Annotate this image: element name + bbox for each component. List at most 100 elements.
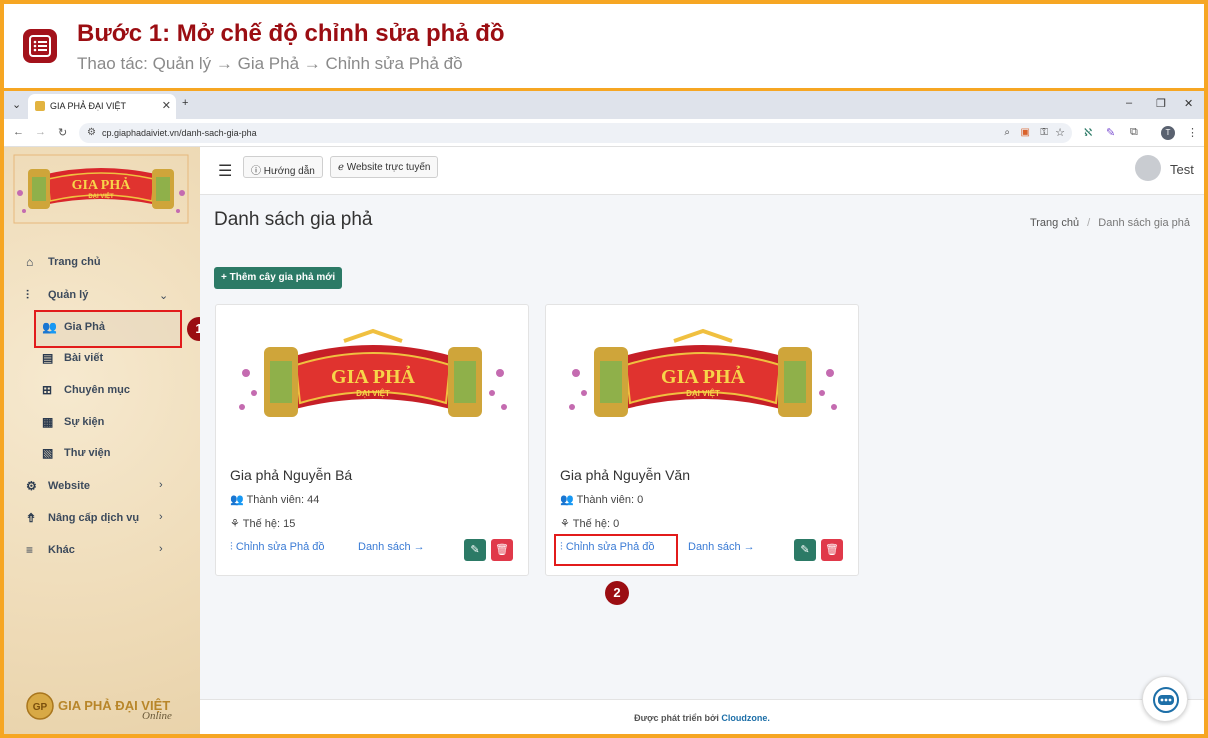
gear-icon: ⚙ (26, 479, 37, 493)
users-icon: 👥 (230, 494, 244, 506)
tab-title: GIA PHẢ ĐẠI VIỆT (50, 101, 127, 111)
sidebar-item-upgrade[interactable]: ⇮ Nâng cấp dịch vụ (26, 508, 139, 528)
instruction-title: Bước 1: Mở chế độ chỉnh sửa phả đồ (77, 20, 505, 47)
reload-icon[interactable]: ↻ (58, 126, 67, 139)
card-title[interactable]: Gia phả Nguyễn Văn (560, 467, 690, 483)
url-field[interactable]: ⚙ cp.giaphadaiviet.vn/danh-sach-gia-pha … (79, 123, 1072, 143)
gia-pha-online-logo: GP GIA PHẢ ĐẠI VIỆT Online (26, 692, 172, 720)
guide-label: Hướng dẫn (263, 166, 315, 177)
gia-pha-card-logo: GIA PHẢ ĐẠI VIỆT (569, 328, 837, 417)
breadcrumb-separator: / (1087, 217, 1091, 229)
edit-tree-link[interactable]: ⫶ Chỉnh sửa Phả đồ (230, 541, 325, 554)
sidebar-item-label: Sự kiện (64, 416, 105, 428)
sidebar-item-library[interactable]: ▧ Thư viện (42, 443, 110, 463)
hamburger-menu-icon[interactable]: ☰ (218, 161, 232, 181)
favicon-icon (35, 101, 45, 111)
chevron-down-icon[interactable]: ⌄ (159, 289, 168, 302)
sidebar-item-other[interactable]: ≡ Khác (26, 540, 75, 560)
members-text: Thành viên: 0 (576, 494, 644, 506)
browser-tab[interactable]: GIA PHẢ ĐẠI VIỆT ✕ (28, 94, 176, 119)
chevron-right-icon[interactable]: › (159, 479, 163, 491)
sidebar-item-gia-pha[interactable]: 👥 Gia Phả (42, 317, 105, 337)
sidebar-item-events[interactable]: ▦ Sự kiện (42, 412, 104, 432)
close-window-icon[interactable]: ✕ (1184, 97, 1193, 110)
minimize-icon[interactable]: – (1126, 97, 1132, 109)
tree-icon: ⚘ (560, 518, 570, 530)
logo-sub-text: ĐẠI VIỆT (88, 192, 114, 200)
key-icon[interactable]: ⚿ (1040, 127, 1048, 138)
trash-icon[interactable]: 🗑 (821, 539, 843, 561)
breadcrumb-home[interactable]: Trang chủ (1030, 217, 1079, 229)
step-badge-2: 2 (605, 581, 629, 605)
sitemap-icon: ⫶ (230, 541, 233, 553)
edit-icon[interactable]: ✎ (794, 539, 816, 561)
url-text: cp.giaphadaiviet.vn/danh-sach-gia-pha (102, 128, 257, 138)
zoom-icon[interactable]: ⌕ (1004, 127, 1010, 138)
card-logo-sub: ĐẠI VIỆT (356, 389, 390, 398)
restore-icon[interactable]: ❐ (1156, 97, 1166, 110)
card-generations: ⚘ Thế hệ: 0 (560, 517, 619, 530)
upgrade-icon: ⇮ (26, 511, 37, 525)
user-name[interactable]: Test (1170, 162, 1194, 177)
sidebar-item-label: Nâng cấp dịch vụ (48, 512, 140, 524)
tree-icon: ⚘ (230, 518, 240, 530)
sitemap-icon: ⫶ (560, 541, 563, 553)
card-members: 👥 Thành viên: 0 (560, 493, 643, 506)
edit-tree-link[interactable]: ⫶ Chỉnh sửa Phả đồ (560, 541, 655, 554)
family-tree-card: GIA PHẢ ĐẠI VIỆT Gia phả Nguyễn Văn 👥 Th… (545, 304, 859, 576)
svg-text:GP: GP (33, 702, 48, 713)
card-generations: ⚘ Thế hệ: 15 (230, 517, 295, 530)
trash-icon[interactable]: 🗑 (491, 539, 513, 561)
profile-avatar[interactable]: T (1161, 126, 1175, 140)
guide-button[interactable]: ⓘ Hướng dẫn (243, 156, 323, 178)
sidebar-item-label: Website (48, 480, 90, 492)
family-tree-card: GIA PHẢ ĐẠI VIỆT Gia phả Nguyễn Bá 👥 Thà… (215, 304, 529, 576)
chevron-right-icon[interactable]: › (159, 511, 163, 523)
chat-support-button[interactable] (1142, 676, 1188, 722)
new-tab-icon[interactable]: + (182, 97, 188, 109)
gia-pha-logo: GIA PHẢ ĐẠI VIỆT (13, 154, 189, 224)
globe-icon: ℯ (338, 162, 344, 173)
sidebar-item-label: Gia Phả (64, 321, 105, 333)
top-navbar: ☰ ⓘ Hướng dẫn ℯ Website trực tuyến Test (200, 147, 1204, 195)
sidebar-item-label: Chuyên mục (64, 384, 131, 396)
edit-tree-label: Chỉnh sửa Phả đồ (235, 541, 325, 553)
users-icon: 👥 (42, 320, 57, 334)
sidebar-item-categories[interactable]: ⊞ Chuyên mục (42, 380, 130, 400)
sidebar-item-label: Trang chủ (48, 256, 101, 268)
sidebar-item-posts[interactable]: ▤ Bài viết (42, 348, 103, 368)
user-avatar[interactable] (1135, 155, 1161, 181)
back-icon[interactable]: ← (13, 126, 24, 138)
edit-icon[interactable]: ✎ (464, 539, 486, 561)
list-link[interactable]: Danh sách → (688, 541, 755, 553)
site-info-icon[interactable]: ⚙ (87, 127, 96, 138)
sidebar-item-label: Khác (48, 544, 75, 556)
bookmark-star-icon[interactable]: ☆ (1055, 126, 1065, 139)
chat-icon (1153, 687, 1179, 713)
more-menu-icon[interactable]: ⋮ (1187, 126, 1198, 139)
list-link[interactable]: Danh sách → (358, 541, 425, 553)
sidebar-item-label: Quản lý (48, 289, 89, 301)
website-online-button[interactable]: ℯ Website trực tuyến (330, 156, 439, 178)
forward-icon[interactable]: → (35, 126, 46, 138)
chevron-right-icon[interactable]: › (159, 543, 163, 555)
install-icon[interactable]: ▣ (1021, 127, 1030, 138)
card-members: 👥 Thành viên: 44 (230, 493, 319, 506)
extension-icon[interactable]: ℵ (1084, 126, 1092, 139)
tab-list-icon[interactable]: ⌄ (12, 98, 21, 111)
pen-extension-icon[interactable]: ✎ (1106, 126, 1115, 139)
page-title: Danh sách gia phả (214, 209, 373, 230)
gia-pha-card-logo: GIA PHẢ ĐẠI VIỆT (239, 328, 507, 417)
breadcrumb: Trang chủ / Danh sách gia phả (1030, 217, 1190, 229)
add-family-tree-button[interactable]: + Thêm cây gia phả mới (214, 267, 343, 289)
sidebar-item-manage[interactable]: ⫶ Quản lý (26, 285, 88, 305)
instruction-header: Bước 1: Mở chế độ chỉnh sửa phả đồ Thao … (4, 4, 1204, 88)
close-tab-icon[interactable]: ✕ (162, 99, 171, 112)
card-title[interactable]: Gia phả Nguyễn Bá (230, 467, 352, 483)
footer-brand[interactable]: Cloudzone. (721, 713, 770, 723)
generations-text: Thế hệ: 15 (242, 518, 296, 530)
sidebar-item-website[interactable]: ⚙ Website (26, 476, 90, 496)
card-logo-main: GIA PHẢ (331, 365, 415, 388)
sidebar-item-home[interactable]: ⌂ Trang chủ (26, 252, 101, 272)
puzzle-icon[interactable]: ⧉ (1130, 126, 1138, 139)
